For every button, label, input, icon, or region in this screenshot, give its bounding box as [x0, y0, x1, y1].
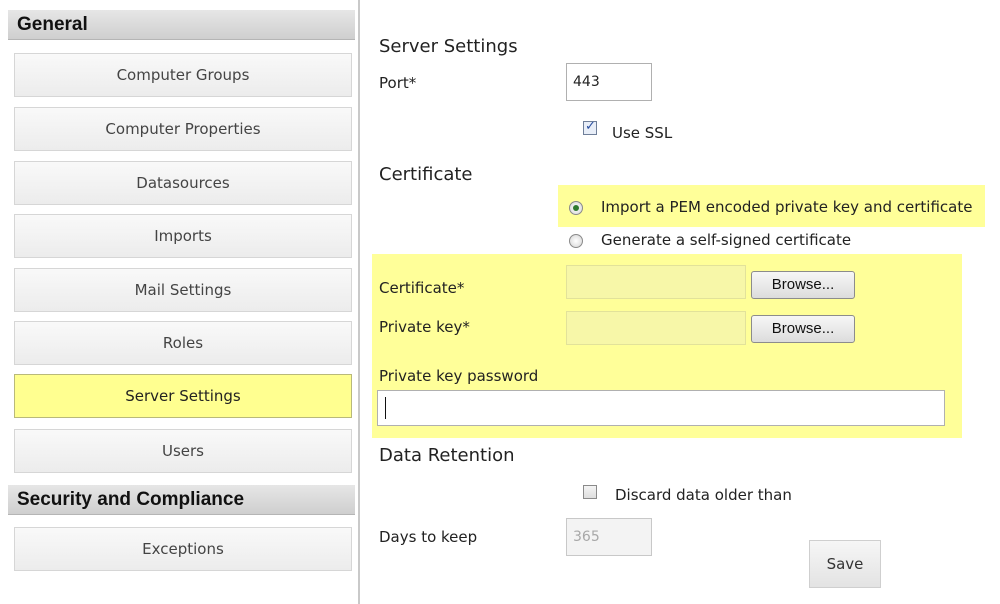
certificate-heading: Certificate — [379, 164, 473, 185]
main-panel: Server Settings Port* 443 ✓ Use SSL Cert… — [360, 0, 1000, 604]
data-retention-heading: Data Retention — [379, 445, 515, 466]
nav-item-exceptions[interactable]: Exceptions — [14, 527, 352, 571]
server-settings-heading: Server Settings — [379, 36, 518, 57]
private-key-password-label: Private key password — [379, 367, 539, 385]
import-pem-label: Import a PEM encoded private key and cer… — [601, 198, 973, 216]
sidebar: General Computer Groups Computer Propert… — [0, 0, 358, 604]
nav-item-server-settings[interactable]: Server Settings — [14, 374, 352, 418]
text-caret — [385, 397, 386, 419]
use-ssl-checkbox[interactable]: ✓ — [583, 119, 597, 135]
days-to-keep-label: Days to keep — [379, 528, 478, 546]
nav-item-datasources[interactable]: Datasources — [14, 161, 352, 205]
generate-self-signed-label: Generate a self-signed certificate — [601, 231, 852, 249]
certificate-browse-button[interactable]: Browse... — [751, 271, 855, 299]
port-label: Port* — [379, 74, 417, 92]
discard-data-checkbox[interactable] — [583, 485, 597, 499]
nav-item-roles[interactable]: Roles — [14, 321, 352, 365]
certificate-file-label: Certificate* — [379, 279, 465, 297]
import-pem-radio[interactable] — [569, 201, 583, 215]
port-input[interactable]: 443 — [566, 63, 652, 101]
private-key-browse-button[interactable]: Browse... — [751, 315, 855, 343]
generate-self-signed-radio[interactable] — [569, 234, 583, 248]
radio-selected-icon — [573, 205, 579, 211]
certificate-file-field[interactable] — [566, 265, 746, 299]
use-ssl-label: Use SSL — [612, 124, 673, 142]
nav-item-imports[interactable]: Imports — [14, 214, 352, 258]
nav-item-mail-settings[interactable]: Mail Settings — [14, 268, 352, 312]
nav-item-computer-properties[interactable]: Computer Properties — [14, 107, 352, 151]
nav-item-computer-groups[interactable]: Computer Groups — [14, 53, 352, 97]
private-key-password-input[interactable] — [377, 390, 945, 426]
nav-item-users[interactable]: Users — [14, 429, 352, 473]
days-to-keep-input[interactable]: 365 — [566, 518, 652, 556]
discard-data-label: Discard data older than — [615, 486, 792, 504]
private-key-label: Private key* — [379, 318, 470, 336]
save-button[interactable]: Save — [809, 540, 881, 588]
private-key-file-field[interactable] — [566, 311, 746, 345]
section-header-security-and-compliance: Security and Compliance — [8, 485, 355, 515]
checkmark-icon: ✓ — [585, 119, 596, 134]
section-header-general: General — [8, 10, 355, 40]
